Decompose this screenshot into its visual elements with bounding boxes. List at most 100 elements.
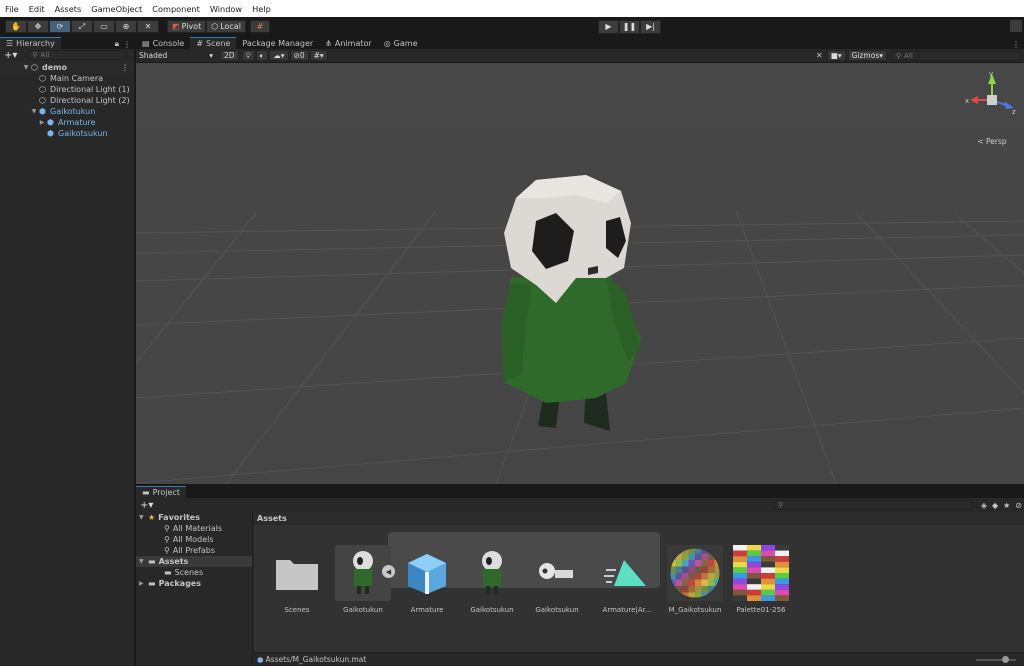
asset-item[interactable]: Armature|Ar...: [594, 545, 660, 614]
lighting-icon[interactable]: 💡︎: [241, 50, 255, 61]
menu-edit[interactable]: Edit: [24, 4, 50, 14]
rect-tool-icon[interactable]: ▭: [93, 20, 115, 33]
asset-item[interactable]: Palette01-256: [728, 545, 794, 614]
project-tree-item[interactable]: ⚲ All Models: [136, 534, 252, 545]
audio-icon[interactable]: 🔈︎: [255, 50, 269, 61]
sphere-thumbnail-icon: [667, 545, 723, 601]
asset-item[interactable]: Armature: [394, 545, 460, 614]
project-tree-item[interactable]: ▬ Scenes: [136, 567, 252, 578]
lock-icon[interactable]: 🔒︎: [115, 39, 119, 49]
grid-icon[interactable]: #▾: [309, 50, 328, 61]
rotate-tool-icon[interactable]: ⟳: [49, 20, 71, 33]
animator-icon: ⋔: [325, 38, 332, 48]
menu-component[interactable]: Component: [147, 4, 205, 14]
grid-snap-icon[interactable]: #: [249, 20, 270, 33]
prefab-icon: ⬢: [47, 129, 54, 138]
collapse-prefab-icon[interactable]: ◀: [382, 565, 395, 578]
gizmos-dropdown[interactable]: Gizmos ▾: [847, 50, 887, 61]
asset-item[interactable]: Scenes: [264, 545, 330, 614]
project-tree-item[interactable]: ▼ ▬ Assets: [136, 556, 252, 567]
hierarchy-row[interactable]: ⬡ Main Camera: [0, 73, 134, 84]
more-icon[interactable]: ⋮: [123, 40, 131, 49]
hidden-packages-icon[interactable]: ⊘: [1015, 501, 1022, 510]
tab-project[interactable]: ▬ Project: [136, 486, 186, 498]
scene-viewport[interactable]: y x z < Persp: [136, 63, 1024, 484]
custom-tool-icon[interactable]: ✕: [137, 20, 159, 33]
shading-dropdown[interactable]: Shaded ▾: [136, 50, 216, 61]
project-tree-item[interactable]: ▶ ▬ Packages: [136, 578, 252, 589]
account-button[interactable]: [1010, 20, 1022, 32]
menu-gameobject[interactable]: GameObject: [86, 4, 147, 14]
menu-window[interactable]: Window: [205, 4, 247, 14]
move-tool-icon[interactable]: ✥: [27, 20, 49, 33]
scene-more-icon[interactable]: ⋮: [121, 63, 129, 72]
search-icon: ⚲: [777, 501, 783, 509]
tab-hierarchy[interactable]: ☰ Hierarchy: [0, 37, 61, 49]
hierarchy-row-label: Gaikotukun: [50, 107, 96, 116]
step-icon[interactable]: ▶|: [640, 19, 661, 34]
gameobject-icon: ⬡: [39, 74, 46, 83]
expand-arrow-icon[interactable]: ▼: [22, 64, 30, 71]
project-tabbar: ▬ Project: [136, 485, 1024, 498]
pause-icon[interactable]: ❚❚: [619, 19, 640, 34]
hierarchy-toolbar: +▾ ⚲ All: [0, 49, 134, 61]
mode-2d-button[interactable]: 2D: [220, 50, 239, 61]
hierarchy-scene-row[interactable]: ▼ ⬡ demo ⋮: [0, 62, 134, 73]
tools-icon[interactable]: ✕: [816, 51, 823, 60]
play-icon[interactable]: ▶: [598, 19, 619, 34]
project-tree-item[interactable]: ⚲ All Prefabs: [136, 545, 252, 556]
tab-scene[interactable]: # Scene: [190, 37, 237, 49]
hierarchy-search-placeholder: All: [40, 51, 50, 59]
hierarchy-panel: ☰ Hierarchy 🔒︎ ⋮ +▾ ⚲ All ▼ ⬡ demo ⋮ ⬡ Main C…: [0, 36, 134, 666]
scale-tool-icon[interactable]: ⤢: [71, 20, 93, 33]
hierarchy-row[interactable]: ⬡ Directional Light (2): [0, 95, 134, 106]
hierarchy-row-label: Main Camera: [50, 74, 104, 83]
pivot-button[interactable]: ◩ Pivot: [167, 20, 207, 33]
asset-item[interactable]: M_Gaikotsukun: [662, 545, 728, 614]
icon-size-slider[interactable]: [976, 655, 1016, 663]
camera-icon[interactable]: ■▾: [826, 50, 846, 61]
hidden-objects-button[interactable]: ⊘ 0: [289, 50, 309, 61]
filter-type-icon[interactable]: ◈: [981, 501, 987, 510]
expand-arrow-icon[interactable]: ▶: [139, 580, 148, 587]
menu-assets[interactable]: Assets: [50, 4, 87, 14]
project-tree-item[interactable]: ▼ ★ Favorites: [136, 512, 252, 523]
asset-item[interactable]: Gaikotsukun: [524, 545, 590, 614]
effects-icon[interactable]: ☁▾: [269, 50, 289, 61]
project-folder-tree: ▼ ★ Favorites ⚲ All Materials ⚲ All Models ⚲ All…: [136, 512, 253, 666]
transform-tool-icon[interactable]: ⊕: [115, 20, 137, 33]
menu-file[interactable]: File: [0, 4, 24, 14]
expand-arrow-icon[interactable]: ▼: [139, 558, 148, 565]
projection-label[interactable]: < Persp: [964, 137, 1020, 146]
hidden-count: 0: [299, 51, 305, 60]
scene-search[interactable]: ⚲ All: [891, 50, 1021, 61]
expand-arrow-icon[interactable]: ▼: [139, 514, 148, 521]
tab-console[interactable]: ▤ Console: [136, 37, 190, 49]
menu-help[interactable]: Help: [247, 4, 276, 14]
asset-item[interactable]: Gaikotsukun: [459, 545, 525, 614]
project-search[interactable]: ⚲: [772, 500, 973, 510]
hand-tool-icon[interactable]: ✋: [5, 20, 27, 33]
hierarchy-row[interactable]: ▼ ⬢ Gaikotukun: [0, 106, 134, 117]
asset-item[interactable]: Gaikotukun: [330, 545, 396, 614]
tab-game[interactable]: ◎ Game: [378, 37, 424, 49]
project-tree-item[interactable]: ⚲ All Materials: [136, 523, 252, 534]
add-icon[interactable]: +▾: [140, 500, 153, 511]
hierarchy-row[interactable]: ⬢ Gaikotsukun: [0, 128, 134, 139]
tab-animator[interactable]: ⋔ Animator: [319, 37, 377, 49]
hierarchy-search[interactable]: ⚲ All: [27, 50, 128, 60]
hierarchy-row[interactable]: ⬡ Directional Light (1): [0, 84, 134, 95]
expand-arrow-icon[interactable]: ▼: [30, 108, 38, 115]
more-icon[interactable]: ⋮: [1012, 40, 1020, 49]
main-toolbar: ✋ ✥ ⟳ ⤢ ▭ ⊕ ✕ ◩ Pivot ⬡ Local # ▶ ❚❚ ▶|: [0, 17, 1024, 36]
project-toolbar: +▾ ⚲ ◈ ◆ ★ ⊘: [136, 498, 1024, 512]
add-icon[interactable]: +▾: [4, 50, 17, 61]
favorite-star-icon[interactable]: ★: [1003, 501, 1010, 510]
hierarchy-row[interactable]: ▶ ⬢ Armature: [0, 117, 134, 128]
scene-orientation-gizmo[interactable]: y x z < Persp: [964, 70, 1020, 150]
local-button[interactable]: ⬡ Local: [206, 20, 246, 33]
tab-package-manager[interactable]: Package Manager: [236, 37, 319, 49]
prefab-icon: ⬢: [47, 118, 54, 127]
expand-arrow-icon[interactable]: ▶: [38, 119, 46, 126]
filter-label-icon[interactable]: ◆: [992, 501, 998, 510]
